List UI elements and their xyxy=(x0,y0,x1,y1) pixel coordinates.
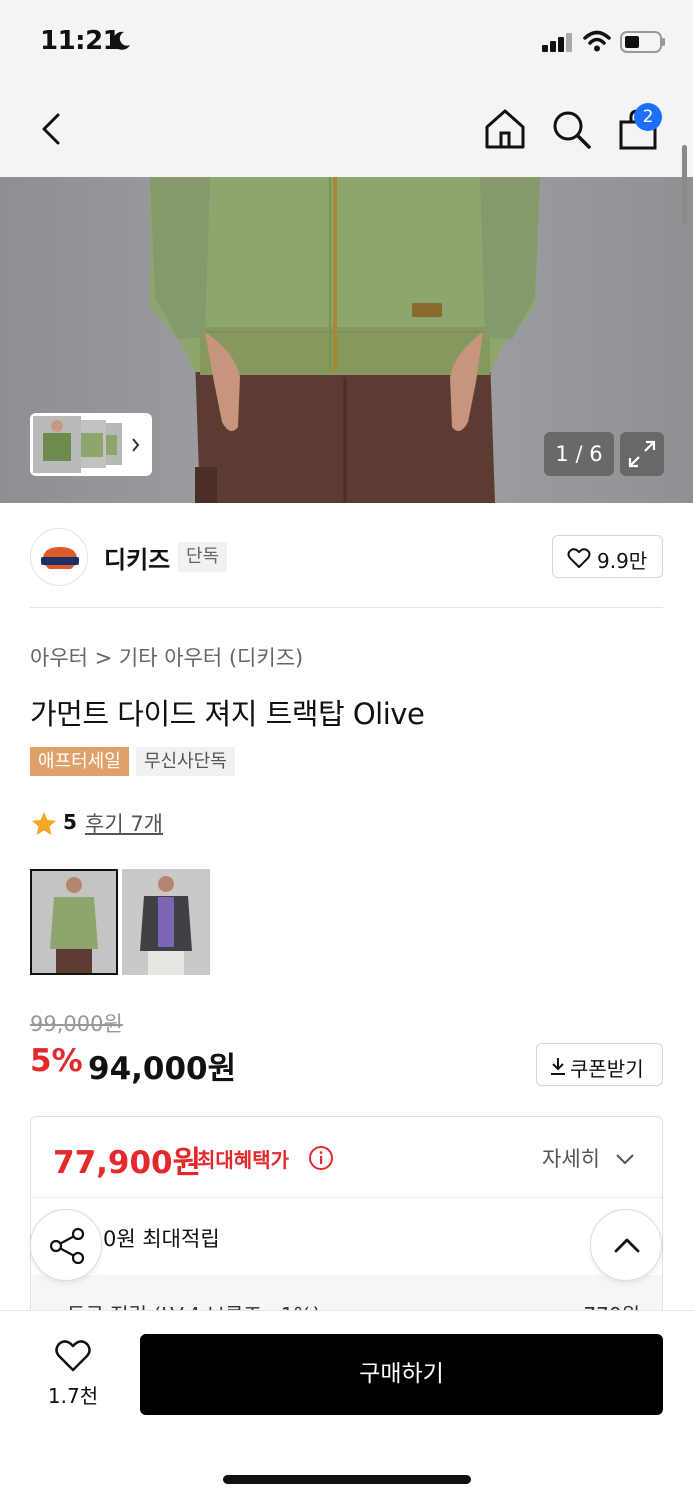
sale-price: 94,000원 xyxy=(88,1051,237,1087)
coupon-label: 쿠폰받기 xyxy=(570,1057,644,1081)
color-option-olive[interactable] xyxy=(30,869,118,975)
brand-name[interactable]: 디키즈 xyxy=(104,540,170,575)
moon-icon xyxy=(113,31,130,50)
coupon-button[interactable]: 쿠폰받기 xyxy=(536,1043,663,1086)
chevron-up-icon xyxy=(614,1238,640,1253)
olive-variant-photo xyxy=(32,871,116,973)
expand-icon xyxy=(628,440,656,468)
cart-count-badge: 2 xyxy=(634,103,662,131)
product-like-count: 1.7천 xyxy=(47,1384,99,1408)
info-icon[interactable] xyxy=(308,1145,334,1171)
chevron-down-icon[interactable] xyxy=(614,1148,636,1170)
share-button[interactable] xyxy=(30,1209,102,1281)
after-sale-tag: 애프터세일 xyxy=(30,747,129,776)
thumbnail-stack xyxy=(33,416,140,473)
home-icon[interactable] xyxy=(483,107,527,151)
scroll-to-top-button[interactable] xyxy=(590,1209,662,1281)
image-thumbnail-strip[interactable] xyxy=(30,413,152,476)
max-points-text: 0원 최대적립 xyxy=(103,1227,220,1251)
battery-icon xyxy=(620,31,665,53)
status-time: 11:21 xyxy=(40,26,121,56)
nav-bar xyxy=(0,85,693,177)
brand-like-count: 9.9만 xyxy=(597,549,648,573)
heart-icon xyxy=(567,548,591,568)
status-bar: 11:21 xyxy=(0,0,693,85)
star-icon xyxy=(32,812,56,835)
musinsa-exclusive-tag: 무신사단독 xyxy=(136,747,235,776)
benefit-panel: 77,900원 최대혜택가 자세히 0원 최대적립 등급 적립 (LV.4 브론… xyxy=(30,1116,663,1336)
signal-icon xyxy=(542,33,572,52)
home-indicator xyxy=(223,1475,471,1484)
brand-logo[interactable] xyxy=(30,528,88,586)
search-icon[interactable] xyxy=(549,107,593,151)
divider xyxy=(30,607,663,608)
category-breadcrumb[interactable]: 아우터 > 기타 아우터 (디키즈) xyxy=(30,642,303,672)
heart-icon xyxy=(55,1340,91,1372)
original-price: 99,000원 xyxy=(30,1012,123,1036)
discount-rate: 5% xyxy=(30,1043,83,1079)
color-option-charcoal[interactable] xyxy=(122,869,210,975)
review-link[interactable]: 후기 7개 xyxy=(85,808,163,838)
max-benefit-label: 최대혜택가 xyxy=(197,1148,289,1172)
download-icon xyxy=(551,1058,565,1075)
product-title: 가먼트 다이드 져지 트랙탑 Olive xyxy=(30,697,425,731)
divider xyxy=(31,1197,662,1198)
back-button[interactable] xyxy=(30,107,74,151)
max-benefit-price: 77,900원 xyxy=(53,1145,202,1181)
dickies-logo xyxy=(41,547,79,569)
image-counter: 1 / 6 xyxy=(544,432,614,476)
benefit-detail-toggle[interactable]: 자세히 xyxy=(542,1143,600,1173)
scroll-indicator[interactable] xyxy=(682,145,687,225)
brand-like-button[interactable]: 9.9만 xyxy=(552,535,663,578)
buy-button[interactable]: 구매하기 xyxy=(140,1334,663,1415)
expand-image-button[interactable] xyxy=(620,432,664,476)
share-icon xyxy=(49,1227,85,1265)
wifi-icon xyxy=(583,30,611,52)
brand-exclusive-tag: 단독 xyxy=(178,542,228,572)
charcoal-variant-photo xyxy=(122,869,210,975)
rating-value: 5 xyxy=(63,810,77,834)
